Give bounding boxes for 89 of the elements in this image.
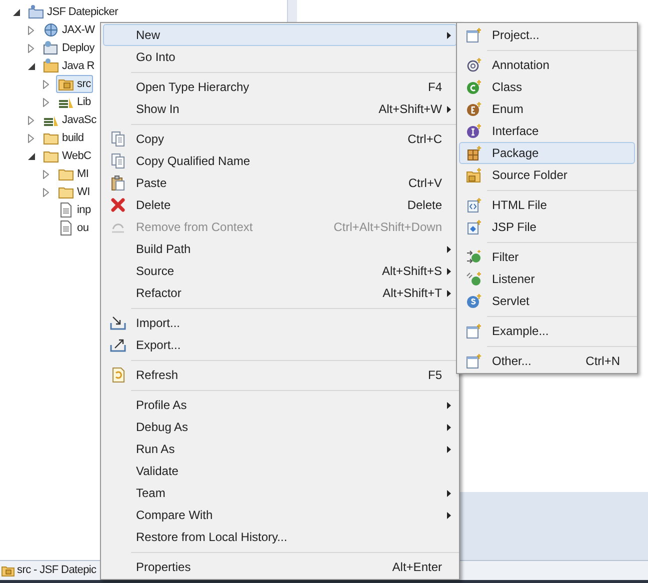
menu-item[interactable]: Interface [459, 120, 635, 142]
menu-item[interactable]: JSP File [459, 216, 635, 238]
menu-item[interactable]: Debug As [103, 416, 457, 438]
file-icon [58, 220, 74, 236]
copy-icon [110, 153, 126, 169]
delete-icon [110, 197, 126, 213]
menu-item[interactable]: Refactor Alt+Shift+T [103, 282, 457, 304]
refresh-icon [110, 367, 126, 383]
menu-item[interactable]: Team [103, 482, 457, 504]
menu-item[interactable]: Open Type Hierarchy F4 [103, 76, 457, 98]
collapse-arrow-icon[interactable] [28, 152, 34, 160]
package-icon [466, 145, 482, 161]
tree-item[interactable]: Deploy [41, 39, 96, 57]
menu-item[interactable]: Copy Qualified Name [103, 150, 457, 172]
menu-item[interactable]: Class [459, 76, 635, 98]
menu-item[interactable]: Copy Ctrl+C [103, 128, 457, 150]
interface-icon [466, 123, 482, 139]
tree-item[interactable]: src [56, 75, 93, 93]
tree-item[interactable]: build [41, 129, 86, 147]
tree-item[interactable]: JavaSc [41, 111, 98, 129]
menu-item[interactable]: Listener [459, 268, 635, 290]
menu-item[interactable]: Validate [103, 460, 457, 482]
expand-arrow-icon[interactable] [43, 80, 49, 88]
menu-item[interactable]: HTML File [459, 194, 635, 216]
menu-item[interactable]: Profile As [103, 394, 457, 416]
menu-item[interactable]: Restore from Local History... [103, 526, 457, 548]
tree-item[interactable]: WebC [41, 147, 94, 165]
expand-arrow-icon[interactable] [43, 170, 49, 178]
menu-item[interactable]: Go Into [103, 46, 457, 68]
import-icon [110, 315, 126, 331]
listener-icon [466, 271, 482, 287]
clipboard-icon [110, 175, 126, 191]
copy-icon [110, 131, 126, 147]
menu-item[interactable]: Project... [459, 24, 635, 46]
new-window-icon [466, 27, 482, 43]
file-icon [466, 219, 482, 235]
menu-item[interactable]: Source Alt+Shift+S [103, 260, 457, 282]
collapse-arrow-icon[interactable] [12, 8, 20, 16]
menu-item[interactable]: Paste Ctrl+V [103, 172, 457, 194]
menu-item[interactable]: Source Folder [459, 164, 635, 186]
at-sign-icon [466, 57, 482, 73]
expand-arrow-icon[interactable] [28, 116, 34, 124]
globe-icon [43, 22, 59, 38]
tree-item[interactable]: MI [56, 165, 91, 183]
menu-item[interactable]: Other... Ctrl+N [459, 350, 635, 372]
menu-item[interactable]: Annotation [459, 54, 635, 76]
code-file-icon [466, 197, 482, 213]
new-window-icon [466, 353, 482, 369]
status-text: src - JSF Datepic [17, 563, 96, 578]
expand-arrow-icon[interactable] [28, 44, 34, 52]
class-icon [466, 79, 482, 95]
folder-icon [28, 4, 44, 20]
menu-item[interactable]: Compare With [103, 504, 457, 526]
file-icon [58, 202, 74, 218]
new-window-icon [466, 323, 482, 339]
tree-item[interactable]: JSF Datepicker [26, 3, 120, 21]
package-folder-icon [1, 564, 15, 576]
menu-item[interactable]: Export... [103, 334, 457, 356]
menu-item[interactable]: Enum [459, 98, 635, 120]
export-icon [110, 337, 126, 353]
tree-item[interactable]: inp [56, 201, 93, 219]
folder-icon [43, 58, 59, 74]
expand-arrow-icon[interactable] [43, 188, 49, 196]
expand-arrow-icon[interactable] [43, 98, 49, 106]
tree-item[interactable]: WI [56, 183, 92, 201]
enum-icon [466, 101, 482, 117]
collapse-arrow-icon[interactable] [28, 62, 34, 70]
menu-item[interactable]: Delete Delete [103, 194, 457, 216]
menu-item[interactable]: Build Path [103, 238, 457, 260]
menu-item[interactable]: Package [459, 142, 635, 164]
servlet-icon [466, 293, 482, 309]
menu-item[interactable]: Filter [459, 246, 635, 268]
expand-arrow-icon[interactable] [28, 26, 34, 34]
tree-item[interactable]: JAX-W [41, 21, 97, 39]
menu-item[interactable]: Example... [459, 320, 635, 342]
menu-item[interactable]: Refresh F5 [103, 364, 457, 386]
expand-arrow-icon[interactable] [28, 134, 34, 142]
menu-item[interactable]: Run As [103, 438, 457, 460]
menu-item[interactable]: New [103, 24, 457, 46]
menu-item[interactable]: Import... [103, 312, 457, 334]
folder-icon [43, 40, 59, 56]
tree-item[interactable]: Java R [41, 57, 96, 75]
menu-item[interactable]: Servlet [459, 290, 635, 312]
filter-icon [466, 249, 482, 265]
tree-item[interactable]: Lib [56, 93, 93, 111]
tree-item[interactable]: ou [56, 219, 91, 237]
menu-item[interactable]: Show In Alt+Shift+W [103, 98, 457, 120]
package-folder-icon [466, 167, 482, 183]
menu-item[interactable]: Properties Alt+Enter [103, 556, 457, 578]
